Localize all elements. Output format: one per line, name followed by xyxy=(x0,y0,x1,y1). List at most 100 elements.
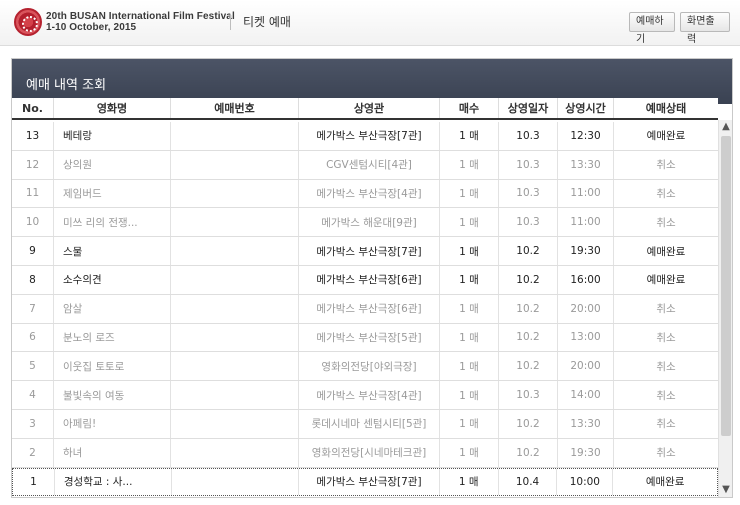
row-code xyxy=(171,208,299,237)
table-row[interactable]: 1 경성학교 : 사... 메가박스 부산극장[7관] 1 매 10.4 10:00 예매완… xyxy=(12,467,718,497)
row-date: 10.3 xyxy=(499,179,558,208)
row-title: 미쓰 리의 전쟁... xyxy=(54,208,171,237)
row-venue: 메가박스 부산극장[7관] xyxy=(299,237,440,265)
row-code xyxy=(171,438,299,467)
row-qty: 1 매 xyxy=(440,122,499,150)
table-row[interactable]: 10 미쓰 리의 전쟁... 메가박스 해운대[9관] 1 매 10.3 11:00 취소 xyxy=(12,208,718,238)
row-status: 취소 xyxy=(656,216,676,229)
row-title: 경성학교 : 사... xyxy=(55,468,172,496)
row-date: 10.2 xyxy=(499,323,558,352)
row-venue: 메가박스 부산극장[7관] xyxy=(299,468,440,496)
row-date: 10.3 xyxy=(499,150,558,179)
row-status: 취소 xyxy=(656,331,676,344)
table-row[interactable]: 9 스물 메가박스 부산극장[7관] 1 매 10.2 19:30 예매완료 xyxy=(12,237,718,266)
row-code xyxy=(171,265,299,294)
row-date: 10.2 xyxy=(499,409,558,438)
row-venue: 메가박스 해운대[9관] xyxy=(299,208,440,237)
row-time: 19:30 xyxy=(558,438,614,467)
table-row[interactable]: 6 분노의 로즈 메가박스 부산극장[5관] 1 매 10.2 13:00 취소 xyxy=(12,323,718,353)
scroll-up-icon[interactable]: ▲ xyxy=(719,120,732,134)
row-time: 13:00 xyxy=(558,323,614,352)
row-title: 분노의 로즈 xyxy=(54,323,171,352)
row-title: 이웃집 토토로 xyxy=(54,352,171,381)
row-qty: 1 매 xyxy=(440,150,499,179)
col-header-date: 상영일자 xyxy=(499,98,558,118)
table-row[interactable]: 13 베테랑 메가박스 부산극장[7관] 1 매 10.3 12:30 예매완료 xyxy=(12,122,718,151)
print-button[interactable]: 화면출력 xyxy=(680,12,730,45)
row-code xyxy=(171,323,299,352)
row-no: 8 xyxy=(12,265,54,294)
festival-dates: 1-10 October, 2015 xyxy=(46,22,137,33)
row-status: 예매완료 xyxy=(646,130,686,143)
row-status: 취소 xyxy=(656,360,676,373)
row-title: 암살 xyxy=(54,294,171,323)
row-date: 10.2 xyxy=(499,265,558,294)
row-time: 13:30 xyxy=(558,150,614,179)
row-status: 예매완료 xyxy=(646,245,686,258)
row-status: 취소 xyxy=(656,447,676,460)
row-title: 하녀 xyxy=(54,438,171,467)
row-code xyxy=(171,237,299,265)
col-header-time: 상영시간 xyxy=(558,98,614,118)
row-no: 3 xyxy=(12,409,54,438)
row-code xyxy=(171,122,299,150)
table-header: No. 영화명 예매번호 상영관 매수 상영일자 상영시간 예매상태 xyxy=(12,98,718,120)
row-title: 제임버드 xyxy=(54,179,171,208)
row-no: 7 xyxy=(12,294,54,323)
row-venue: 메가박스 부산극장[6관] xyxy=(299,294,440,323)
row-status: 취소 xyxy=(656,389,676,402)
row-status: 취소 xyxy=(656,303,676,316)
table-row[interactable]: 5 이웃집 토토로 영화의전당[야외극장] 1 매 10.2 20:00 취소 xyxy=(12,352,718,382)
row-status: 취소 xyxy=(656,187,676,200)
row-qty: 1 매 xyxy=(440,438,499,467)
row-no: 12 xyxy=(12,150,54,179)
row-qty: 1 매 xyxy=(440,294,499,323)
scroll-down-icon[interactable]: ▼ xyxy=(719,483,732,497)
row-time: 10:00 xyxy=(557,468,614,496)
festival-title: 20th BUSAN International Film Festival xyxy=(46,11,235,22)
row-time: 19:30 xyxy=(558,237,614,265)
table-row[interactable]: 8 소수의견 메가박스 부산극장[6관] 1 매 10.2 16:00 예매완료 xyxy=(12,265,718,295)
table-row[interactable]: 12 상의원 CGV센텀시티[4관] 1 매 10.3 13:30 취소 xyxy=(12,150,718,180)
table-row[interactable]: 2 하녀 영화의전당[시네마테크관] 1 매 10.2 19:30 취소 xyxy=(12,438,718,468)
row-title: 아페림! xyxy=(54,409,171,438)
row-no: 2 xyxy=(12,438,54,467)
row-title: 스물 xyxy=(54,237,171,265)
vertical-scrollbar[interactable]: ▲ ▼ xyxy=(718,120,732,497)
row-title: 상의원 xyxy=(54,150,171,179)
row-time: 16:00 xyxy=(558,265,614,294)
row-time: 14:00 xyxy=(558,381,614,409)
col-header-title: 영화명 xyxy=(54,98,171,118)
row-qty: 1 매 xyxy=(440,237,499,265)
row-venue: 메가박스 부산극장[4관] xyxy=(299,381,440,409)
table-row[interactable]: 3 아페림! 롯데시네마 센텀시티[5관] 1 매 10.2 13:30 취소 xyxy=(12,409,718,439)
table-body: 13 베테랑 메가박스 부산극장[7관] 1 매 10.3 12:30 예매완료 12 상의원 C… xyxy=(12,122,718,497)
row-no: 10 xyxy=(12,208,54,237)
row-venue: 메가박스 부산극장[5관] xyxy=(299,323,440,352)
row-code xyxy=(171,179,299,208)
row-status: 취소 xyxy=(656,418,676,431)
row-venue: 메가박스 부산극장[7관] xyxy=(299,122,440,150)
panel-title: 예매 내역 조회 xyxy=(26,78,107,93)
row-title: 불빛속의 여동 xyxy=(54,381,171,409)
booking-history-panel: 예매 내역 조회 No. 영화명 예매번호 상영관 매수 상영일자 상영시간 예… xyxy=(11,58,733,498)
header-divider xyxy=(230,14,231,30)
row-title: 베테랑 xyxy=(54,122,171,150)
table-row[interactable]: 11 제임버드 메가박스 부산극장[4관] 1 매 10.3 11:00 취소 xyxy=(12,179,718,209)
row-time: 20:00 xyxy=(558,352,614,381)
row-qty: 1 매 xyxy=(440,265,499,294)
row-no: 13 xyxy=(12,122,54,150)
row-qty: 1 매 xyxy=(440,468,499,496)
row-no: 1 xyxy=(13,468,55,496)
row-qty: 1 매 xyxy=(440,323,499,352)
row-code xyxy=(171,294,299,323)
reserve-button[interactable]: 예매하기 xyxy=(629,12,675,45)
row-date: 10.3 xyxy=(499,122,558,150)
scroll-thumb[interactable] xyxy=(721,136,731,436)
row-no: 6 xyxy=(12,323,54,352)
table-row[interactable]: 4 불빛속의 여동 메가박스 부산극장[4관] 1 매 10.3 14:00 취소 xyxy=(12,381,718,410)
col-header-status: 예매상태 xyxy=(645,102,687,115)
table-row[interactable]: 7 암살 메가박스 부산극장[6관] 1 매 10.2 20:00 취소 xyxy=(12,294,718,324)
row-venue: 영화의전당[시네마테크관] xyxy=(299,438,440,467)
col-header-venue: 상영관 xyxy=(299,98,440,118)
